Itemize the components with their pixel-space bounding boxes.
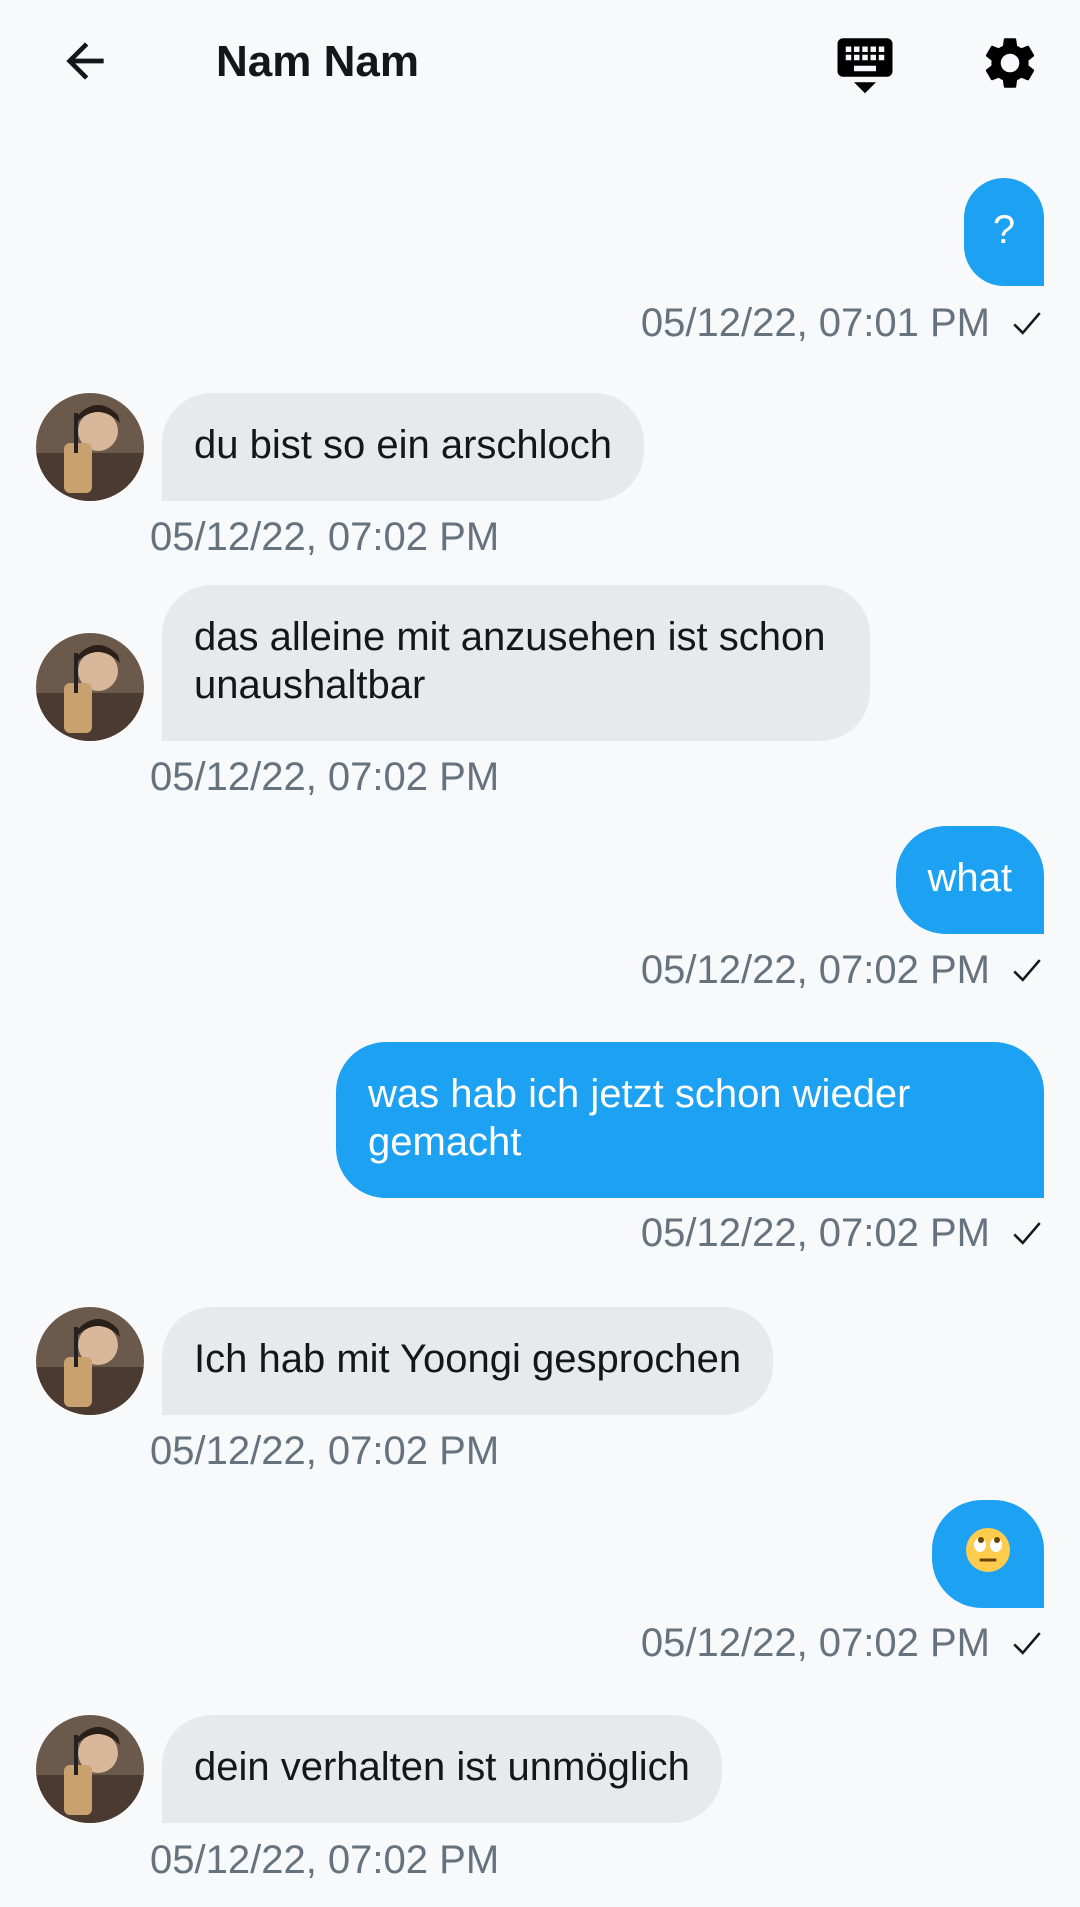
message-text: ? <box>992 208 1016 252</box>
message-timestamp: 05/12/22, 07:02 PM <box>641 1619 1044 1667</box>
message-text: was hab ich jetzt schon wieder gemacht <box>368 1072 911 1164</box>
sent-check-icon <box>1010 1216 1044 1250</box>
contact-avatar[interactable] <box>36 393 144 501</box>
message-timestamp: 05/12/22, 07:02 PM <box>150 515 500 559</box>
sent-check-icon <box>1010 306 1044 340</box>
sent-check-icon <box>1010 953 1044 987</box>
chat-header: Nam Nam <box>0 0 1080 125</box>
incoming-message-bubble[interactable]: Ich hab mit Yoongi gesprochen <box>162 1307 774 1415</box>
message-text: what <box>927 856 1013 900</box>
message-text: Ich hab mit Yoongi gesprochen <box>194 1337 742 1381</box>
contact-avatar[interactable] <box>36 633 144 741</box>
message-timestamp: 05/12/22, 07:02 PM <box>641 1209 1044 1257</box>
message-timestamp: 05/12/22, 07:01 PM <box>641 299 1044 347</box>
gear-icon <box>985 38 1035 88</box>
arrow-left-icon <box>66 42 104 80</box>
message-text: du bist so ein arschloch <box>194 423 613 467</box>
settings-button[interactable] <box>975 28 1045 98</box>
outgoing-message-bubble[interactable] <box>932 1500 1044 1608</box>
outgoing-message-bubble[interactable]: what <box>895 826 1044 934</box>
message-text: dein verhalten ist unmöglich <box>194 1745 690 1789</box>
incoming-message-bubble[interactable]: dein verhalten ist unmöglich <box>162 1715 722 1823</box>
message-text: das alleine mit anzusehen ist schon unau… <box>194 615 826 707</box>
message-timestamp: 05/12/22, 07:02 PM <box>150 1838 500 1882</box>
eye-roll-emoji <box>964 1526 1012 1574</box>
outgoing-message-bubble[interactable]: was hab ich jetzt schon wieder gemacht <box>336 1042 1044 1198</box>
message-timestamp: 05/12/22, 07:02 PM <box>150 1429 500 1473</box>
back-button[interactable] <box>45 25 125 97</box>
message-timestamp: 05/12/22, 07:02 PM <box>641 946 1044 994</box>
sent-check-icon <box>1010 1626 1044 1660</box>
contact-avatar[interactable] <box>36 1715 144 1823</box>
keyboard-hide-icon <box>837 38 893 94</box>
incoming-message-bubble[interactable]: das alleine mit anzusehen ist schon unau… <box>162 585 870 741</box>
contact-avatar[interactable] <box>36 1307 144 1415</box>
keyboard-toggle-button[interactable] <box>830 28 900 98</box>
conversation-title: Nam Nam <box>216 37 419 86</box>
outgoing-message-bubble[interactable]: ? <box>964 178 1044 286</box>
message-timestamp: 05/12/22, 07:02 PM <box>150 755 500 799</box>
incoming-message-bubble[interactable]: du bist so ein arschloch <box>162 393 645 501</box>
